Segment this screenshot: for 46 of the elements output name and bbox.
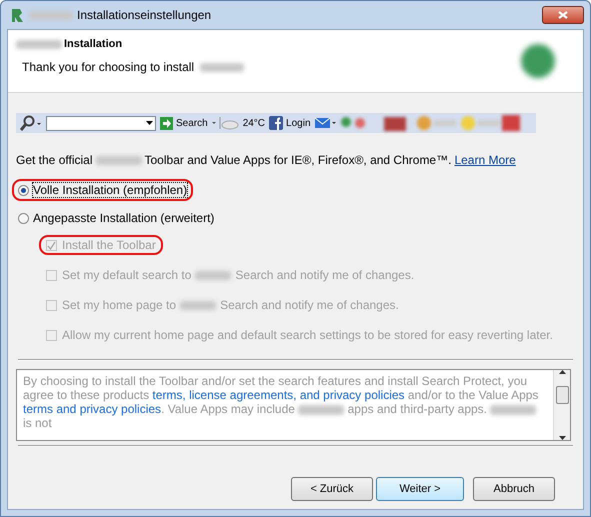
login-button[interactable]: Login <box>269 116 310 130</box>
radio-option[interactable]: Volle Installation (empfohlen) <box>12 179 194 201</box>
blurred-text <box>200 62 244 72</box>
checkbox-label: Allow my current home page and default search settings to be stored for easy reverting later. <box>62 328 553 342</box>
intro-text: Get the official <box>16 153 92 167</box>
header-title: Installation <box>64 38 122 50</box>
checkbox-label: Search and notify me of changes. <box>220 298 399 312</box>
close-icon <box>557 10 569 20</box>
intro-text: Toolbar and Value Apps for IE®, Firefox®, and Chrome™. <box>144 153 452 167</box>
blurred-text <box>16 40 62 48</box>
close-button[interactable] <box>542 6 584 24</box>
blurred-text <box>298 404 344 415</box>
search-field[interactable] <box>46 116 156 130</box>
next-button[interactable]: Weiter > <box>376 477 464 501</box>
mail-icon <box>314 117 336 129</box>
search-icon <box>20 115 42 131</box>
window-title: Installationseinstellungen <box>77 8 212 22</box>
terms-link[interactable]: terms, license agreements, and privacy policies <box>152 388 405 402</box>
logo-icon <box>521 44 555 78</box>
radio-option[interactable]: Angepasste Installation (erweitert) <box>12 207 220 229</box>
arrow-icon <box>160 116 173 130</box>
checkbox-label: Set my default search to <box>62 268 192 282</box>
checkbox-label: Search and notify me of changes. <box>235 268 414 282</box>
app-icon <box>9 7 25 23</box>
scroll-thumb[interactable] <box>556 386 568 404</box>
blurred-text <box>490 404 536 415</box>
learn-more-link[interactable]: Learn More <box>454 153 516 167</box>
check-icon <box>47 240 56 250</box>
blurred-text <box>180 300 216 310</box>
facebook-icon <box>269 116 284 130</box>
cancel-button[interactable]: Abbruch <box>473 477 555 501</box>
scrollbar[interactable] <box>553 370 570 440</box>
search-button[interactable]: Search <box>160 116 208 130</box>
back-button[interactable]: < Zurück <box>291 477 373 501</box>
blurred-text <box>29 10 73 20</box>
up-arrow-icon <box>558 370 566 374</box>
header-subtitle: Thank you for choosing to install <box>22 60 194 74</box>
weather-text: 24°C <box>242 118 266 128</box>
legal-text: By choosing to install the Toolbar and/or set the search features and install Search Protect, you agree to these products terms, license agreements, and privacy policies and/or to the Value Apps terms and privacy policies. Value Apps may include apps and third-party apps. is not <box>22 373 540 432</box>
caret-icon <box>146 121 153 125</box>
checkbox-label: Set my home page to <box>62 298 176 312</box>
blurred-text <box>195 270 232 280</box>
down-arrow-icon <box>558 436 566 440</box>
terms-link[interactable]: terms and privacy policies <box>23 402 162 416</box>
blurred-text <box>96 156 142 164</box>
checkbox-label: Install the Toolbar <box>62 238 156 252</box>
